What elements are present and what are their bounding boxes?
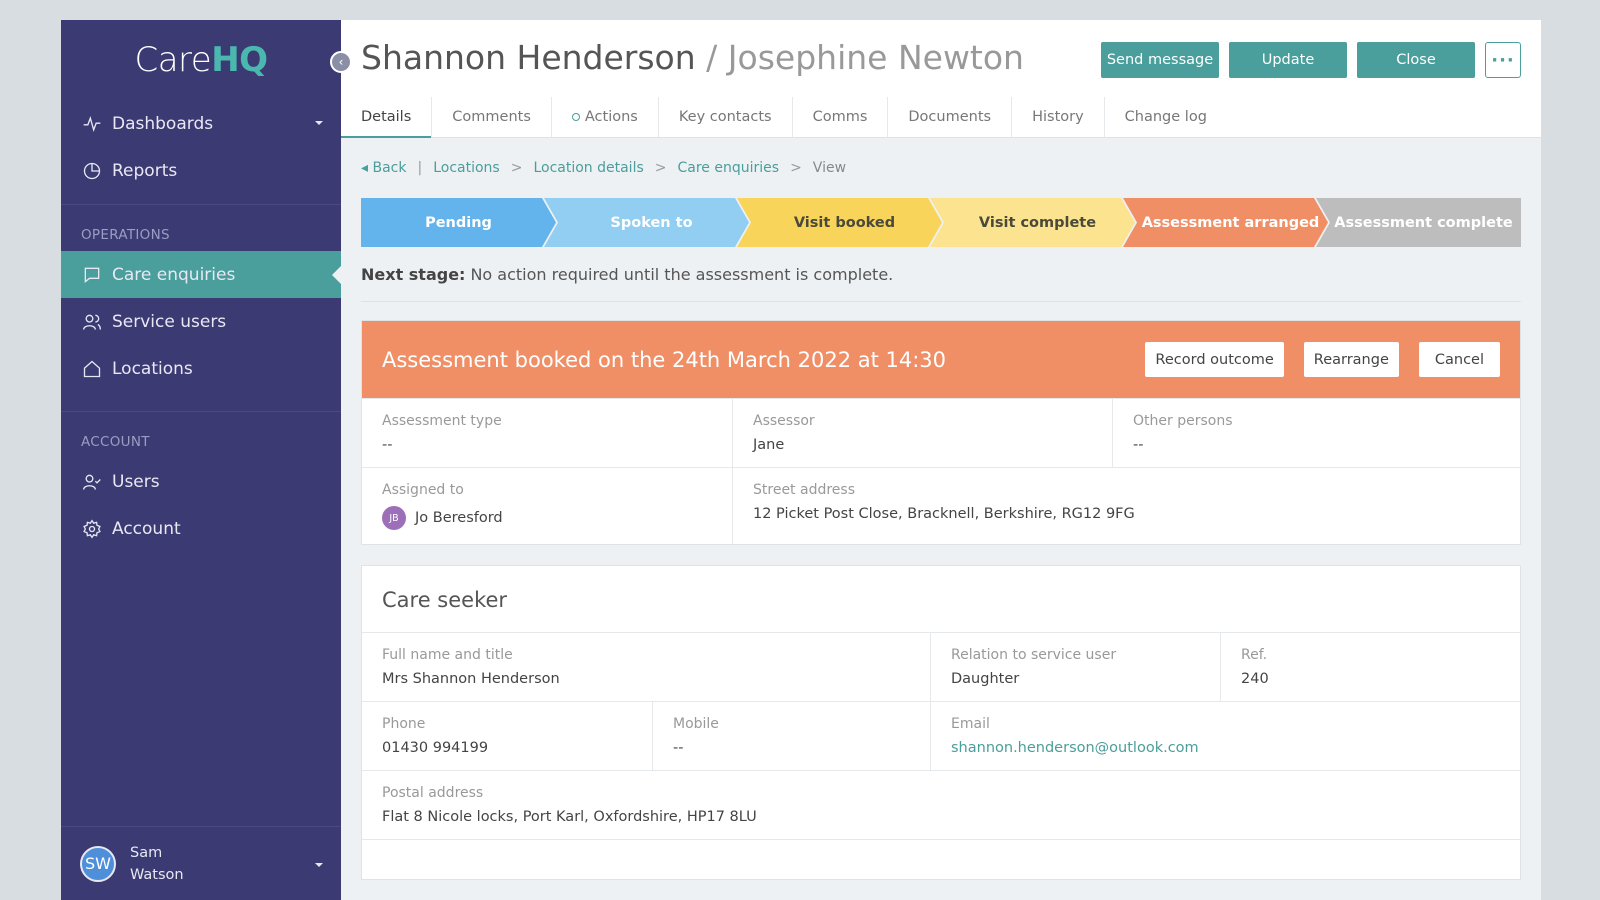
section-label-account: ACCOUNT bbox=[81, 434, 150, 450]
field-email: Email shannon.henderson@outlook.com bbox=[930, 702, 1520, 770]
field-postal-address: Postal address Flat 8 Nicole locks, Port… bbox=[382, 785, 757, 825]
chevron-down-icon bbox=[315, 121, 323, 125]
field-other-persons: Other persons -- bbox=[1112, 399, 1520, 467]
close-button[interactable]: Close bbox=[1357, 42, 1475, 78]
tab-comms[interactable]: Comms bbox=[793, 97, 889, 137]
field-assessor: Assessor Jane bbox=[732, 399, 1112, 467]
stage-spoken-to[interactable]: Spoken to bbox=[544, 198, 749, 247]
carehq-logo[interactable]: Care HQ bbox=[61, 20, 341, 100]
tab-history[interactable]: History bbox=[1012, 97, 1105, 137]
page-header: Shannon Henderson / Josephine Newton Sen… bbox=[341, 20, 1541, 138]
page-title: Shannon Henderson / Josephine Newton bbox=[361, 38, 1024, 77]
field-ref: Ref. 240 bbox=[1220, 633, 1520, 701]
email-link[interactable]: shannon.henderson@outlook.com bbox=[951, 740, 1500, 756]
tab-actions[interactable]: Actions bbox=[552, 97, 659, 137]
assessment-banner-title: Assessment booked on the 24th March 2022… bbox=[382, 347, 947, 372]
send-message-button[interactable]: Send message bbox=[1101, 42, 1219, 78]
update-button[interactable]: Update bbox=[1229, 42, 1347, 78]
field-mobile: Mobile -- bbox=[652, 702, 930, 770]
gear-icon bbox=[81, 518, 103, 540]
cancel-button[interactable]: Cancel bbox=[1418, 342, 1500, 377]
stage-assessment-arranged[interactable]: Assessment arranged bbox=[1123, 198, 1328, 247]
field-full-name: Full name and title Mrs Shannon Henderso… bbox=[382, 647, 560, 687]
activity-icon bbox=[81, 113, 103, 135]
more-options-button[interactable]: ··· bbox=[1485, 42, 1521, 78]
user-menu[interactable]: SW Sam Watson bbox=[61, 826, 341, 900]
sidebar-item-users[interactable]: Users bbox=[61, 458, 341, 505]
header-actions: Send message Update Close ··· bbox=[1101, 42, 1521, 78]
field-phone: Phone 01430 994199 bbox=[382, 716, 489, 756]
card-title: Care seeker bbox=[362, 566, 1520, 633]
circle-icon bbox=[571, 113, 580, 121]
care-seeker-row: Phone 01430 994199 Mobile -- Email shann… bbox=[362, 701, 1520, 770]
stage-pending[interactable]: Pending bbox=[361, 198, 556, 247]
main-content: Shannon Henderson / Josephine Newton Sen… bbox=[341, 20, 1541, 900]
stage-visit-complete[interactable]: Visit complete bbox=[930, 198, 1135, 247]
assessment-banner: Assessment booked on the 24th March 2022… bbox=[362, 321, 1520, 398]
breadcrumb-care-enquiries[interactable]: Care enquiries bbox=[678, 160, 780, 176]
content-area: ◂ Back | Locations > Location details > … bbox=[341, 138, 1541, 880]
tab-change-log[interactable]: Change log bbox=[1105, 97, 1227, 137]
avatar: SW bbox=[80, 845, 116, 882]
tab-bar: Details Comments Actions Key contacts Co… bbox=[341, 97, 1227, 138]
tab-comments[interactable]: Comments bbox=[432, 97, 552, 137]
breadcrumb: ◂ Back | Locations > Location details > … bbox=[361, 160, 847, 176]
tab-key-contacts[interactable]: Key contacts bbox=[659, 97, 793, 137]
avatar: JB bbox=[382, 506, 406, 530]
sidebar: Care HQ ‹ Dashboards Reports OPERATIONS C… bbox=[61, 20, 352, 900]
stage-assessment-complete[interactable]: Assessment complete bbox=[1316, 198, 1521, 247]
tab-details[interactable]: Details bbox=[341, 97, 433, 138]
record-outcome-button[interactable]: Record outcome bbox=[1145, 342, 1284, 377]
user-name: Sam Watson bbox=[130, 844, 184, 883]
tab-documents[interactable]: Documents bbox=[888, 97, 1013, 137]
care-seeker-row: Postal address Flat 8 Nicole locks, Port… bbox=[362, 770, 1520, 839]
sidebar-item-service-users[interactable]: Service users bbox=[61, 298, 341, 345]
back-link[interactable]: ◂ Back bbox=[361, 160, 406, 176]
assessment-row: Assessment type -- Assessor Jane Other p… bbox=[362, 398, 1520, 467]
chevron-left-icon: ‹ bbox=[338, 55, 344, 69]
sidebar-item-locations[interactable]: Locations bbox=[61, 345, 341, 392]
assessment-card: Assessment booked on the 24th March 2022… bbox=[361, 320, 1521, 545]
pie-chart-icon bbox=[81, 160, 103, 182]
user-check-icon bbox=[81, 471, 103, 493]
chevron-down-icon bbox=[315, 863, 323, 867]
home-icon bbox=[81, 358, 103, 380]
section-label-operations: OPERATIONS bbox=[81, 227, 170, 243]
care-seeker-card: Care seeker Full name and title Mrs Shan… bbox=[361, 565, 1521, 880]
more-icon: ··· bbox=[1491, 49, 1515, 71]
sidebar-item-care-enquiries[interactable]: Care enquiries bbox=[61, 251, 341, 298]
sidebar-item-account[interactable]: Account bbox=[61, 505, 341, 552]
field-relation: Relation to service user Daughter bbox=[930, 633, 1220, 701]
sidebar-item-reports[interactable]: Reports bbox=[61, 147, 341, 194]
users-icon bbox=[81, 311, 103, 333]
rearrange-button[interactable]: Rearrange bbox=[1303, 342, 1399, 377]
field-assessment-type: Assessment type -- bbox=[382, 413, 502, 453]
assessment-actions: Record outcome Rearrange Cancel bbox=[1145, 342, 1500, 377]
chat-icon bbox=[81, 264, 103, 286]
stage-visit-booked[interactable]: Visit booked bbox=[737, 198, 942, 247]
assessment-row: Assigned to JB Jo Beresford Street addre… bbox=[362, 467, 1520, 544]
divider bbox=[361, 301, 1521, 302]
breadcrumb-location-details[interactable]: Location details bbox=[533, 160, 643, 176]
breadcrumb-locations[interactable]: Locations bbox=[433, 160, 500, 176]
field-assigned-to: Assigned to JB Jo Beresford bbox=[362, 468, 732, 544]
breadcrumb-current: View bbox=[812, 160, 847, 176]
care-seeker-row bbox=[362, 839, 1520, 879]
sidebar-item-dashboards[interactable]: Dashboards bbox=[61, 100, 341, 147]
collapse-sidebar-button[interactable]: ‹ bbox=[330, 51, 352, 73]
app-window: Care HQ ‹ Dashboards Reports OPERATIONS C… bbox=[61, 20, 1541, 900]
next-stage-note: Next stage: No action required until the… bbox=[361, 265, 894, 284]
care-seeker-row: Full name and title Mrs Shannon Henderso… bbox=[362, 633, 1520, 701]
field-street-address: Street address 12 Picket Post Close, Bra… bbox=[732, 468, 1520, 544]
stage-progress: Pending Spoken to Visit booked Visit com… bbox=[361, 198, 1521, 247]
